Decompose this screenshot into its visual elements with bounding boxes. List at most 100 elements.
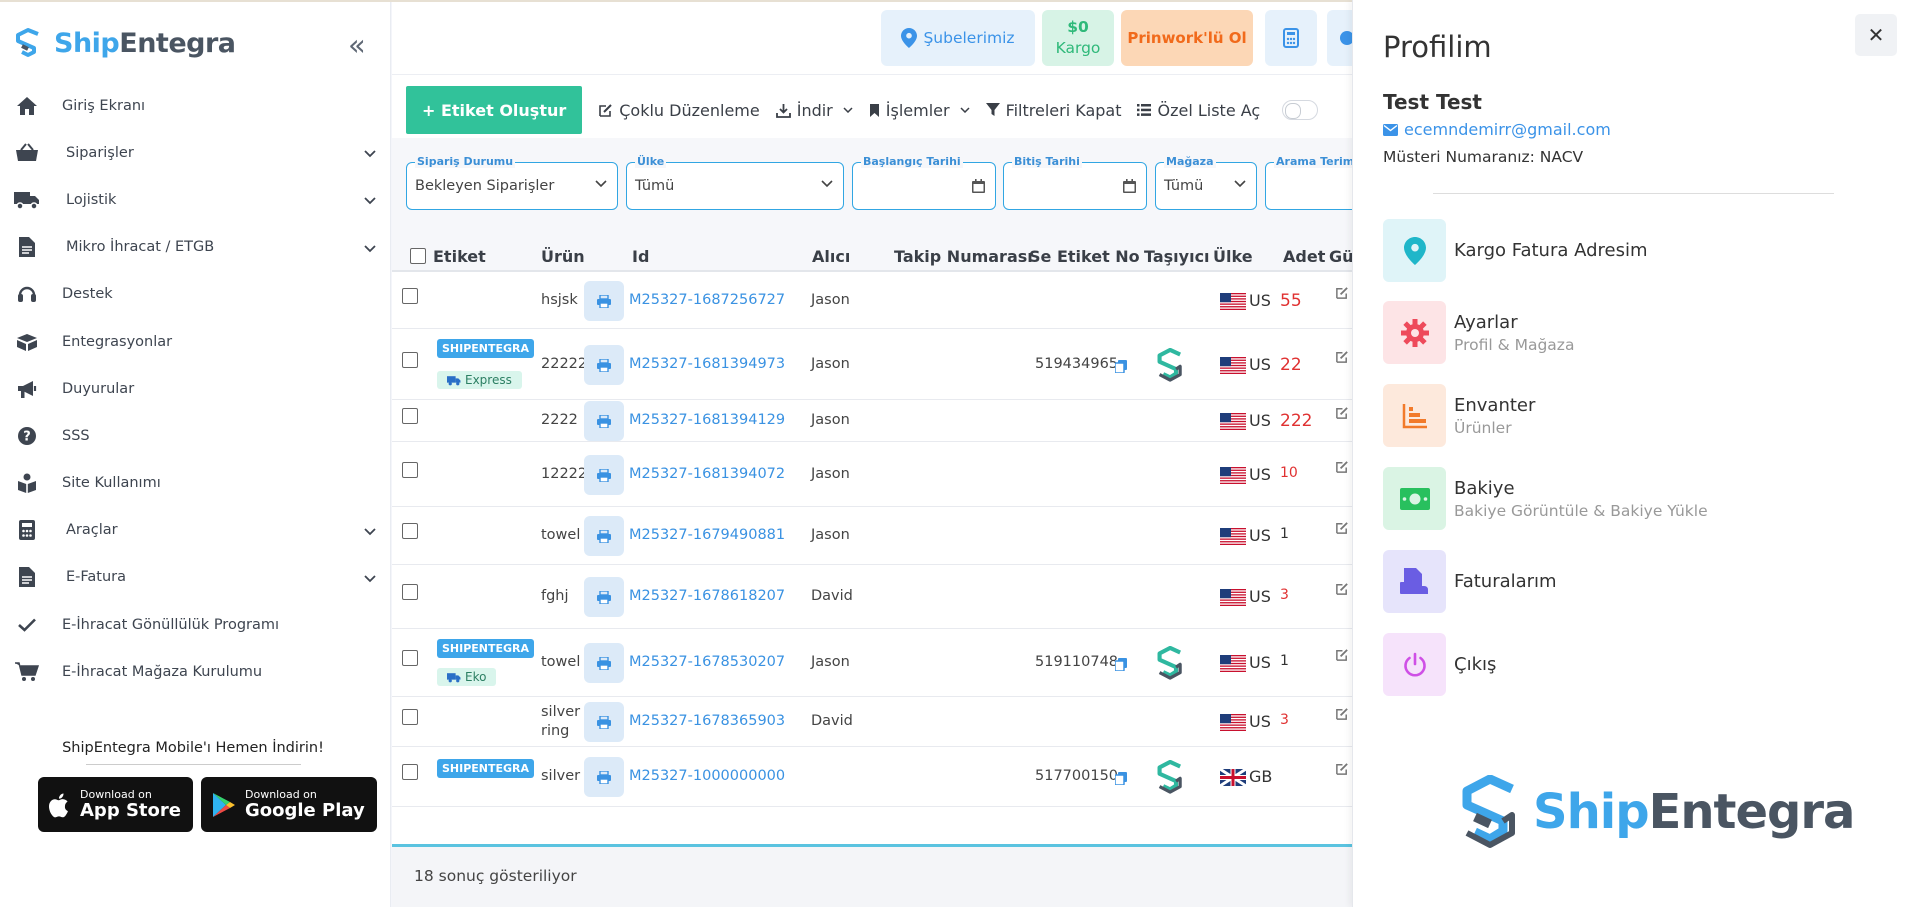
row-checkbox[interactable]: [402, 462, 418, 478]
table-row[interactable]: SHIPENTEGRA Eko towel M25327-1678530207 Jaso…: [392, 629, 1352, 697]
sidebar-item-araçlar[interactable]: Araçlar: [0, 507, 391, 554]
print-label-button[interactable]: [584, 516, 624, 556]
print-label-button[interactable]: [584, 281, 624, 321]
edit-icon[interactable]: [1335, 520, 1349, 534]
table-row[interactable]: 2222 M25327-1681394129 Jason US 222: [392, 400, 1352, 442]
print-label-button[interactable]: [584, 345, 624, 385]
edit-icon[interactable]: [1335, 285, 1349, 299]
col-label[interactable]: Etiket: [433, 247, 486, 266]
app-store-button[interactable]: Download on App Store: [38, 777, 193, 832]
sidebar-item-destek[interactable]: Destek: [0, 271, 391, 318]
close-button[interactable]: ✕: [1855, 14, 1897, 56]
profile-menu-power[interactable]: Çıkış: [1383, 633, 1496, 696]
copy-icon[interactable]: [1114, 656, 1127, 675]
print-label-button[interactable]: [584, 577, 624, 617]
col-extra[interactable]: Gü: [1329, 247, 1354, 266]
sidebar-item-entegrasyonlar[interactable]: Entegrasyonlar: [0, 318, 391, 365]
table-row[interactable]: 12222 M25327-1681394072 Jason US 10: [392, 442, 1352, 507]
print-label-button[interactable]: [584, 757, 624, 797]
copy-icon[interactable]: [1114, 770, 1127, 789]
col-tracking[interactable]: Takip Numarası: [894, 247, 1033, 266]
select-all-checkbox[interactable]: [410, 248, 426, 264]
table-row[interactable]: fghj M25327-1678618207 David US 3: [392, 565, 1352, 629]
create-label-button[interactable]: + Etiket Oluştur: [406, 86, 583, 134]
sidebar-item-mikro-i-hracat-etgb[interactable]: Mikro İhracat / ETGB: [0, 224, 391, 271]
custom-list-button[interactable]: Özel Liste Aç: [1137, 101, 1260, 120]
google-play-button[interactable]: Download on Google Play: [201, 777, 377, 832]
row-checkbox[interactable]: [402, 288, 418, 304]
sidebar-item-lojistik[interactable]: Lojistik: [0, 176, 391, 223]
sidebar-item-giriş-ekranı[interactable]: Giriş Ekranı: [0, 82, 391, 129]
profile-menu-inventory[interactable]: Envanter Ürünler: [1383, 384, 1535, 447]
print-label-button[interactable]: [584, 455, 624, 495]
chevron-down-icon[interactable]: [364, 193, 376, 209]
actions-dropdown[interactable]: İşlemler: [869, 101, 970, 120]
calculator-button[interactable]: [1265, 10, 1317, 66]
edit-icon[interactable]: [1335, 706, 1349, 720]
col-qty[interactable]: Adet: [1283, 247, 1325, 266]
end-date-input[interactable]: Bitiş Tarihi: [1003, 155, 1147, 210]
chevron-down-icon[interactable]: [364, 146, 376, 162]
start-date-input[interactable]: Başlangıç Tarihi: [852, 155, 996, 210]
order-id-link[interactable]: M25327-1678365903: [629, 713, 785, 729]
view-toggle[interactable]: [1282, 100, 1319, 120]
row-checkbox[interactable]: [402, 523, 418, 539]
row-checkbox[interactable]: [402, 764, 418, 780]
sidebar-item-e-fatura[interactable]: E-Fatura: [0, 554, 391, 601]
country-select[interactable]: Ülke Tümü: [626, 155, 844, 210]
chevron-down-icon[interactable]: [364, 241, 376, 257]
sidebar-item-duyurular[interactable]: Duyurular: [0, 365, 391, 412]
close-filters-button[interactable]: Filtreleri Kapat: [985, 101, 1121, 120]
row-checkbox[interactable]: [402, 650, 418, 666]
order-id-link[interactable]: M25327-1678530207: [629, 654, 785, 670]
col-product[interactable]: Ürün: [541, 247, 585, 266]
edit-icon[interactable]: [1335, 581, 1349, 595]
print-label-button[interactable]: [584, 401, 624, 441]
chevron-down-icon[interactable]: [364, 524, 376, 540]
profile-email[interactable]: ecemndemirr@gmail.com: [1383, 120, 1611, 139]
brand-logo[interactable]: ShipEntegra: [14, 27, 236, 59]
table-row[interactable]: hsjsk M25327-1687256727 Jason US 55: [392, 272, 1352, 329]
sidebar-item-site-kullanımı[interactable]: Site Kullanımı: [0, 460, 391, 507]
profile-menu-gear[interactable]: Ayarlar Profil & Mağaza: [1383, 301, 1574, 364]
table-row[interactable]: towel M25327-1679490881 Jason US 1: [392, 507, 1352, 565]
col-country[interactable]: Ülke: [1213, 247, 1253, 266]
print-label-button[interactable]: [584, 702, 624, 742]
edit-icon[interactable]: [1335, 459, 1349, 473]
sidebar-item-e-i-hracat-gönüllülük-programı[interactable]: E-İhracat Gönüllülük Programı: [0, 601, 391, 648]
col-id[interactable]: Id: [632, 247, 649, 266]
order-id-link[interactable]: M25327-1678618207: [629, 588, 785, 604]
edit-icon[interactable]: [1335, 647, 1349, 661]
col-carrier[interactable]: Taşıyıcı: [1144, 247, 1210, 266]
edit-icon[interactable]: [1335, 761, 1349, 775]
order-id-link[interactable]: M25327-1679490881: [629, 527, 785, 543]
copy-icon[interactable]: [1114, 358, 1127, 377]
cargo-balance-button[interactable]: $0 Kargo: [1042, 10, 1114, 66]
sidebar-item-sss[interactable]: ? SSS: [0, 412, 391, 459]
sidebar-item-e-i-hracat-mağaza-kurulumu[interactable]: E-İhracat Mağaza Kurulumu: [0, 648, 391, 695]
order-id-link[interactable]: M25327-1687256727: [629, 292, 785, 308]
order-status-select[interactable]: Sipariş Durumu Bekleyen Siparişler: [406, 155, 618, 210]
row-checkbox[interactable]: [402, 709, 418, 725]
row-checkbox[interactable]: [402, 408, 418, 424]
print-label-button[interactable]: [584, 643, 624, 683]
col-se-label[interactable]: Se Etiket No: [1029, 247, 1140, 266]
table-row[interactable]: SHIPENTEGRA silver M25327-1000000000 517700…: [392, 747, 1352, 807]
store-select[interactable]: Mağaza Tümü: [1155, 155, 1257, 210]
order-id-link[interactable]: M25327-1681394129: [629, 412, 785, 428]
profile-menu-location-pin[interactable]: Kargo Fatura Adresim: [1383, 219, 1648, 282]
edit-icon[interactable]: [1335, 405, 1349, 419]
row-checkbox[interactable]: [402, 352, 418, 368]
table-row[interactable]: silver ring M25327-1678365903 David US 3: [392, 697, 1352, 747]
prinwork-button[interactable]: Prinwork'lü Ol: [1121, 10, 1253, 66]
table-row[interactable]: SHIPENTEGRA Express 22222 M25327-1681394973…: [392, 329, 1352, 400]
chevron-down-icon[interactable]: [364, 571, 376, 587]
col-recipient[interactable]: Alıcı: [812, 247, 850, 266]
order-id-link[interactable]: M25327-1681394072: [629, 466, 785, 482]
profile-menu-invoice[interactable]: Faturalarım: [1383, 550, 1557, 613]
edit-icon[interactable]: [1335, 349, 1349, 363]
bulk-edit-button[interactable]: Çoklu Düzenleme: [598, 101, 760, 120]
branches-button[interactable]: Şubelerimiz: [881, 10, 1035, 66]
download-dropdown[interactable]: İndir: [775, 101, 853, 120]
collapse-sidebar-icon[interactable]: «: [348, 30, 366, 60]
